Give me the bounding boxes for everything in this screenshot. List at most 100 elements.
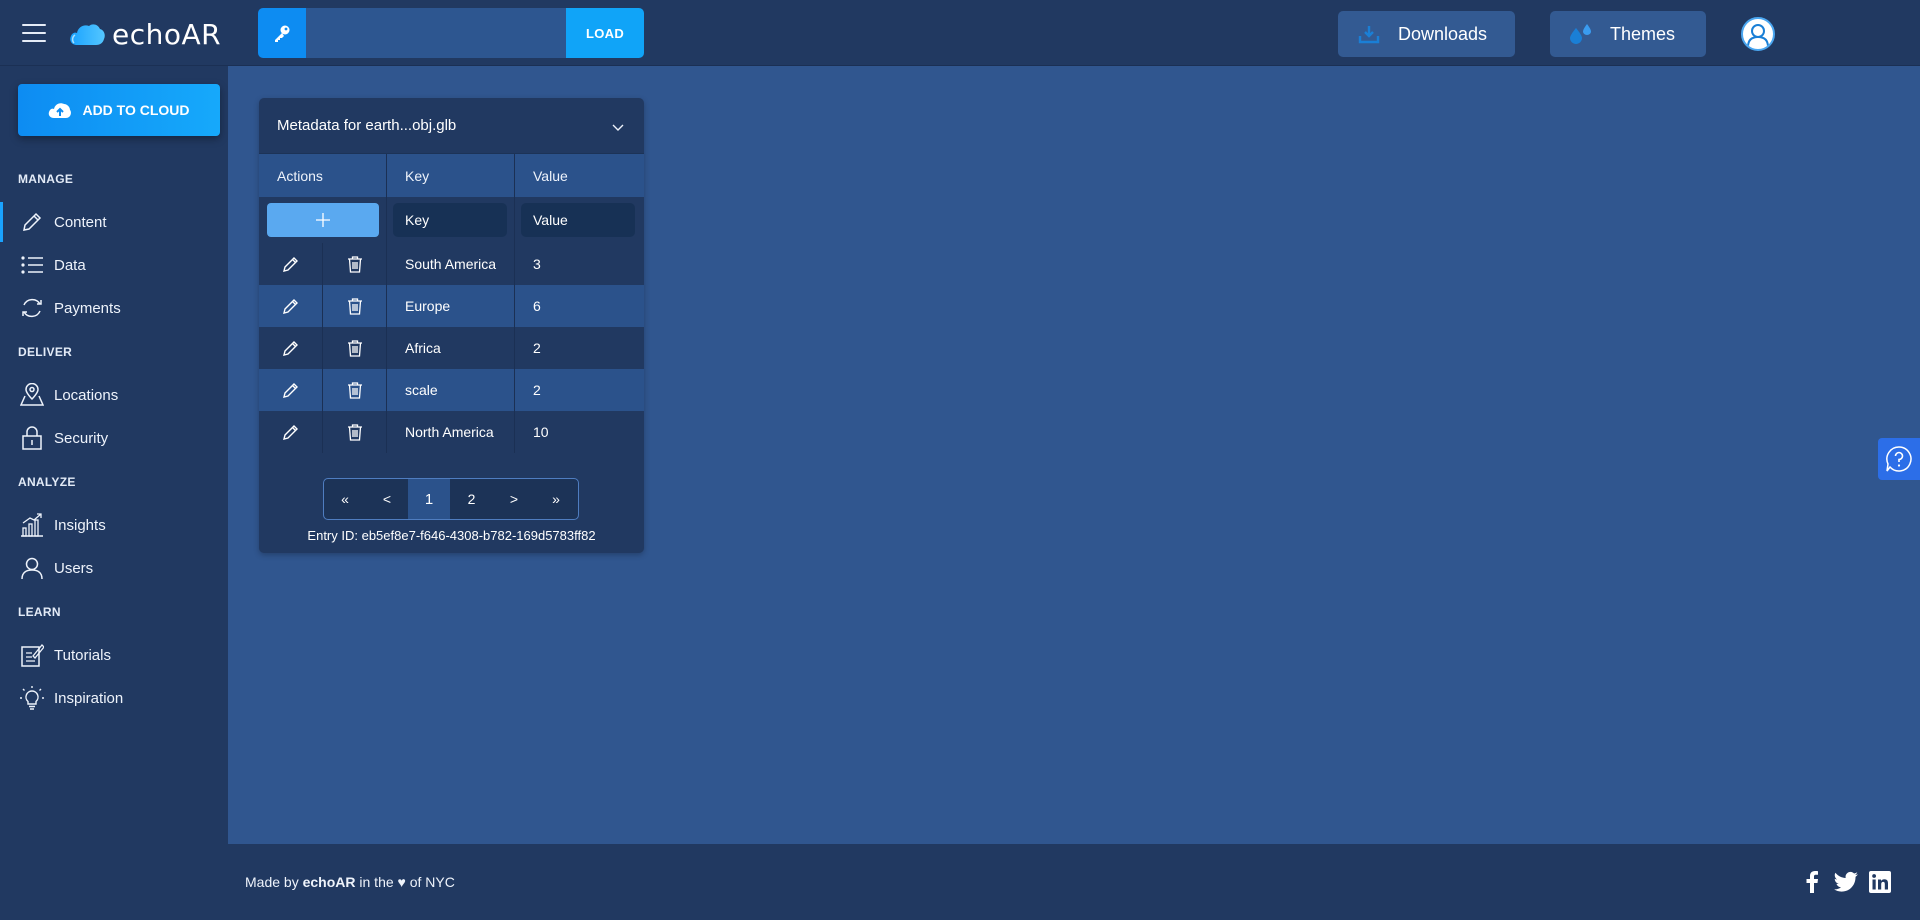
sidebar-item-payments[interactable]: Payments <box>0 288 228 328</box>
help-button[interactable] <box>1878 438 1920 480</box>
facebook-icon[interactable] <box>1800 870 1824 894</box>
prev-page-button[interactable]: < <box>366 479 408 519</box>
sidebar-item-security[interactable]: Security <box>0 418 228 458</box>
chevron-down-icon[interactable] <box>612 119 624 136</box>
first-page-button[interactable]: « <box>324 479 366 519</box>
key-input[interactable]: Key <box>393 203 507 237</box>
sidebar-item-label: Data <box>54 256 86 274</box>
sidebar-item-content[interactable]: Content <box>0 202 228 242</box>
heart-icon: ♥ <box>397 874 406 890</box>
brand-logo[interactable]: echoAR <box>68 17 221 51</box>
brand-name: echoAR <box>112 17 222 51</box>
cloud-upload-icon <box>48 101 72 119</box>
social-links <box>1800 870 1892 894</box>
footer-credit: Made by echoAR in the ♥ of NYC <box>245 874 455 890</box>
sidebar-item-data[interactable]: Data <box>0 245 228 285</box>
add-to-cloud-button[interactable]: ADD TO CLOUD <box>18 84 220 136</box>
sidebar-item-locations[interactable]: Locations <box>0 375 228 415</box>
row-value: 2 <box>533 340 541 356</box>
footer-prefix: Made by <box>245 874 303 890</box>
page-button-2[interactable]: 2 <box>450 479 493 519</box>
user-icon <box>1747 24 1769 47</box>
metadata-panel-header[interactable]: Metadata for earth...obj.glb <box>259 98 644 153</box>
themes-button[interactable]: Themes <box>1550 11 1706 57</box>
download-icon <box>1354 19 1384 49</box>
table-header-row: Actions Key Value <box>259 153 644 197</box>
edit-icon[interactable] <box>259 285 323 327</box>
edit-icon[interactable] <box>259 411 323 453</box>
trash-icon[interactable] <box>323 285 387 327</box>
edit-icon[interactable] <box>259 243 323 285</box>
trash-icon[interactable] <box>323 411 387 453</box>
section-title-deliver: DELIVER <box>18 345 73 359</box>
twitter-icon[interactable] <box>1834 870 1858 894</box>
sidebar-item-label: Tutorials <box>54 646 111 664</box>
table-row: North America 10 <box>259 411 644 453</box>
key-icon <box>258 8 306 58</box>
last-page-button[interactable]: » <box>535 479 577 519</box>
api-key-input[interactable] <box>306 8 566 58</box>
paint-drops-icon <box>1566 19 1596 49</box>
list-icon <box>18 251 46 279</box>
refresh-icon <box>18 294 46 322</box>
table-row: Europe 6 <box>259 285 644 327</box>
sidebar-item-inspiration[interactable]: Inspiration <box>0 678 228 718</box>
lock-icon <box>18 424 46 452</box>
column-header-value: Value <box>533 167 568 184</box>
trash-icon[interactable] <box>323 369 387 411</box>
downloads-button[interactable]: Downloads <box>1338 11 1515 57</box>
sidebar-item-label: Inspiration <box>54 689 124 707</box>
footer-middle: in the <box>355 874 398 890</box>
trash-icon[interactable] <box>323 327 387 369</box>
api-key-search: LOAD <box>258 8 644 58</box>
page-button-1[interactable]: 1 <box>408 479 450 519</box>
table-row: South America 3 <box>259 243 644 285</box>
pencil-icon <box>18 208 46 236</box>
user-avatar[interactable] <box>1741 17 1775 51</box>
row-value: 2 <box>533 382 541 398</box>
sidebar-item-label: Insights <box>54 516 106 534</box>
section-title-analyze: ANALYZE <box>18 475 76 489</box>
add-to-cloud-label: ADD TO CLOUD <box>82 102 190 118</box>
sidebar-item-users[interactable]: Users <box>0 548 228 588</box>
table-row: Africa 2 <box>259 327 644 369</box>
column-header-key: Key <box>387 154 515 197</box>
sidebar-item-label: Locations <box>54 386 119 404</box>
section-title-learn: LEARN <box>18 605 61 619</box>
linkedin-icon[interactable] <box>1868 870 1892 894</box>
sidebar-item-tutorials[interactable]: Tutorials <box>0 635 228 675</box>
cloud-logo-icon <box>70 24 105 45</box>
trash-icon[interactable] <box>323 243 387 285</box>
row-key: South America <box>387 243 515 285</box>
footer-brand[interactable]: echoAR <box>303 874 356 890</box>
sidebar-item-label: Security <box>54 429 109 447</box>
column-header-actions: Actions <box>259 154 387 197</box>
notepad-icon <box>18 641 46 669</box>
value-input[interactable]: Value <box>521 203 635 237</box>
footer: Made by echoAR in the ♥ of NYC <box>228 844 1920 920</box>
metadata-panel: Metadata for earth...obj.glb Actions Key… <box>259 98 644 553</box>
row-value: 6 <box>533 298 541 314</box>
top-bar: echoAR LOAD Downloads Themes <box>0 0 1920 66</box>
new-entry-row: Key Value <box>259 197 644 243</box>
edit-icon[interactable] <box>259 327 323 369</box>
row-key: Europe <box>387 285 515 327</box>
sidebar: ADD TO CLOUD MANAGE Content Data Payment… <box>0 66 228 920</box>
pagination: « < 1 2 > » <box>323 478 579 520</box>
sidebar-item-insights[interactable]: Insights <box>0 505 228 545</box>
edit-icon[interactable] <box>259 369 323 411</box>
plus-icon <box>316 213 330 227</box>
sidebar-item-label: Payments <box>54 299 121 317</box>
downloads-label: Downloads <box>1398 23 1488 44</box>
footer-suffix: of NYC <box>405 874 455 890</box>
table-row: scale 2 <box>259 369 644 411</box>
metadata-table: Actions Key Value Key Value South Americ… <box>259 153 644 453</box>
menu-icon[interactable] <box>22 24 46 42</box>
row-key: Africa <box>387 327 515 369</box>
add-entry-button[interactable] <box>267 203 379 237</box>
user-icon <box>18 554 46 582</box>
next-page-button[interactable]: > <box>493 479 535 519</box>
themes-label: Themes <box>1610 23 1676 44</box>
load-button[interactable]: LOAD <box>566 8 644 58</box>
row-key: North America <box>387 411 515 453</box>
